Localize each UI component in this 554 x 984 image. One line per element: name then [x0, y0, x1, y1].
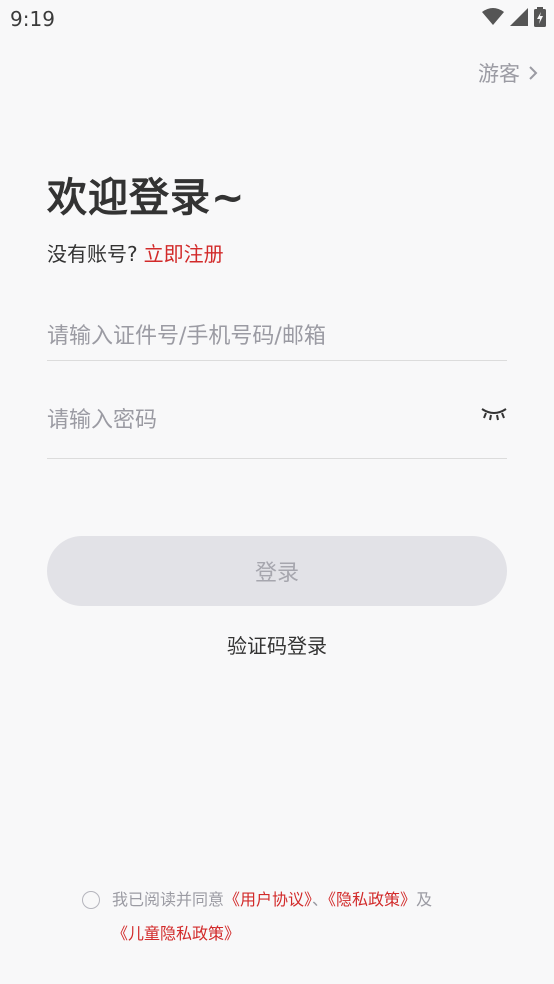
password-placeholder: 请输入密码	[47, 408, 158, 433]
register-row: 没有账号? 立即注册	[47, 238, 224, 267]
agreement-prefix: 我已阅读并同意	[112, 890, 225, 909]
chevron-right-icon	[529, 66, 538, 80]
child-privacy-link[interactable]: 《儿童隐私政策》	[112, 924, 240, 943]
account-field[interactable]: 请输入证件号/手机号码/邮箱	[47, 308, 507, 361]
agreement-line2: 《儿童隐私政策》	[112, 920, 240, 944]
battery-icon	[534, 7, 546, 27]
eye-closed-icon[interactable]	[481, 406, 507, 422]
sms-login-link[interactable]: 验证码登录	[0, 630, 554, 659]
status-time: 9:19	[10, 7, 55, 31]
register-prompt: 没有账号?	[47, 242, 138, 266]
agreement-line1: 我已阅读并同意《用户协议》、《隐私政策》及	[112, 886, 432, 910]
register-link[interactable]: 立即注册	[144, 242, 224, 266]
status-icons	[482, 7, 546, 27]
guest-label: 游客	[478, 62, 520, 86]
account-placeholder: 请输入证件号/手机号码/邮箱	[47, 324, 326, 349]
privacy-policy-link[interactable]: 《隐私政策》	[328, 890, 416, 909]
signal-icon	[510, 8, 528, 26]
user-agreement-link[interactable]: 《用户协议》	[224, 890, 312, 909]
password-field[interactable]: 请输入密码	[47, 390, 507, 459]
agreement-radio[interactable]	[82, 891, 100, 909]
page-title: 欢迎登录~	[47, 175, 246, 221]
agreement-sep: 、	[312, 890, 329, 909]
wifi-icon	[482, 8, 504, 25]
agreement-and: 及	[416, 890, 433, 909]
status-bar: 9:19	[0, 0, 554, 38]
guest-button[interactable]: 游客	[478, 58, 538, 88]
login-button[interactable]: 登录	[47, 536, 507, 606]
